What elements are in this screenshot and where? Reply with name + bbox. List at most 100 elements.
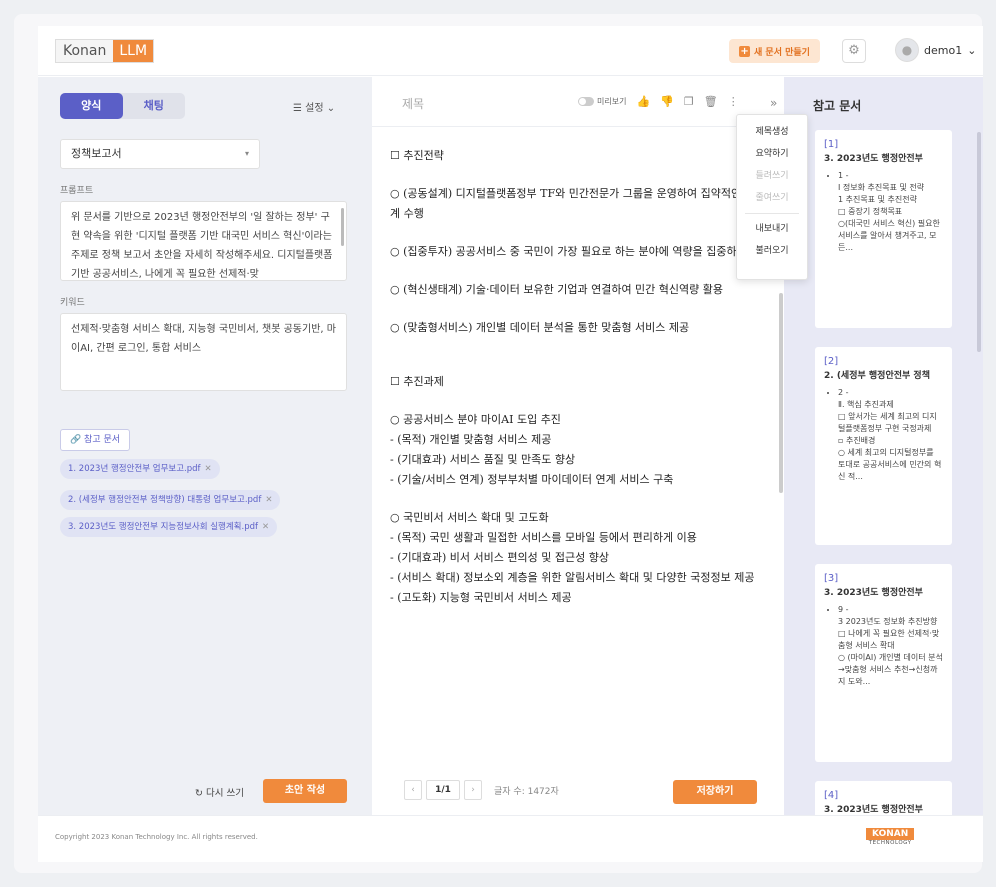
ref-snippet: 3 2023년도 정보화 추진방향 □ 나에게 꼭 필요한 선제적·맞춤형 서비… — [838, 617, 943, 686]
ref-bullet: 1 - — [838, 170, 943, 182]
editor-footer: ‹ 1/1 › 글자 수: 1472자 저장하기 — [372, 766, 784, 815]
page-indicator: 1/1 — [426, 780, 460, 800]
menu-export[interactable]: 내보내기 — [737, 218, 807, 240]
pagination: ‹ 1/1 › 글자 수: 1472자 — [404, 780, 559, 800]
thumbs-down-icon[interactable]: 👎 — [660, 95, 674, 108]
toggle-switch-icon — [578, 97, 594, 106]
ref-number: [1] — [824, 139, 839, 150]
tab-chat[interactable]: 채팅 — [123, 93, 186, 119]
ref-title: 3. 2023년도 행정안전부 — [824, 154, 923, 164]
mode-tabs: 양식 채팅 — [60, 93, 185, 119]
menu-import[interactable]: 불러오기 — [737, 240, 807, 262]
document-body[interactable]: ☐ 추진전략 ○ (공동설계) 디지털플랫폼정부 TF와 민간전문가 그룹을 운… — [390, 146, 782, 608]
ref-title: 3. 2023년도 행정안전부 — [824, 588, 923, 598]
doc-paragraph: ○ 국민비서 서비스 확대 및 고도화 — [390, 511, 549, 524]
keyword-text: 선제적·맞춤형 서비스 확대, 지능형 국민비서, 챗봇 공동기반, 마이AI,… — [71, 324, 336, 354]
sliders-icon: ☰ — [293, 103, 306, 114]
title-input[interactable]: 제목 — [402, 95, 424, 112]
doc-paragraph: ○ (공동설계) 디지털플랫폼정부 TF와 민간전문가 그룹을 운영하여 집약적… — [390, 187, 775, 220]
ref-snippet: Ⅱ. 핵심 추진과제 □ 앞서가는 세계 최고의 디지털플랫폼정부 구현 국정과… — [838, 400, 942, 481]
ref-file-name: 1. 2023년 행정안전부 업무보고.pdf — [68, 464, 201, 474]
remove-icon[interactable]: ✕ — [262, 522, 269, 532]
chevron-down-icon: ⌄ — [967, 43, 977, 57]
doc-paragraph: ○ (혁신생태계) 기술·데이터 보유한 기업과 연결하여 민간 혁신역량 활용 — [390, 283, 724, 296]
ref-number: [2] — [824, 356, 839, 367]
caret-down-icon: ▾ — [244, 149, 249, 158]
doc-paragraph: - (서비스 확대) 정보소외 계층을 위한 알림서비스 확대 및 다양한 국정… — [390, 571, 755, 584]
reference-docs-label: 참고 문서 — [84, 435, 121, 445]
preview-label: 미리보기 — [597, 97, 627, 106]
menu-generate-title[interactable]: 제목생성 — [737, 121, 807, 143]
ref-title: 2. (세정부 행정안전부 정책 — [824, 371, 930, 381]
tab-form[interactable]: 양식 — [60, 93, 123, 119]
doc-paragraph: - (목적) 개인별 맞춤형 서비스 제공 — [390, 433, 552, 446]
prompt-scrollbar[interactable] — [341, 208, 344, 246]
draft-button[interactable]: 초안 작성 — [263, 779, 347, 803]
copyright: Copyright 2023 Konan Technology Inc. All… — [55, 833, 258, 841]
more-vertical-icon[interactable]: ⋮ — [728, 95, 739, 108]
footer-logo: KONAN TECHNOLOGY — [866, 828, 915, 846]
next-page-icon[interactable]: › — [464, 780, 482, 800]
editor-toolbar: 미리보기 👍 👎 ❐ 🗑 ⋮ — [578, 95, 739, 108]
left-panel: 양식 채팅 ☰ 설정 ⌄ 정책보고서 ▾ 프롬프트 위 문서를 기반으로 202… — [38, 77, 372, 815]
prompt-text: 위 문서를 기반으로 2023년 행정안전부의 '일 잘하는 정부' 구현 약속… — [71, 212, 333, 280]
ref-bullet: 2 - — [838, 387, 943, 399]
save-button[interactable]: 저장하기 — [673, 780, 757, 804]
app-logo[interactable]: Konan LLM — [55, 39, 155, 63]
reference-card[interactable]: [3] 3. 2023년도 행정안전부 9 - 3 2023년도 정보화 추진방… — [815, 564, 952, 762]
trash-icon[interactable]: 🗑 — [704, 95, 718, 108]
keyword-label: 키워드 — [60, 298, 85, 308]
user-menu[interactable]: ● demo1 ⌄ — [895, 38, 976, 62]
reference-scrollbar[interactable] — [977, 132, 981, 352]
ref-file-chip: 2. (세정부 행정안전부 정책방향) 대통령 업무보고.pdf ✕ — [60, 490, 281, 510]
username: demo1 — [924, 43, 963, 57]
footer-logo-top: KONAN — [866, 828, 915, 840]
preview-toggle[interactable]: 미리보기 — [578, 96, 626, 107]
plus-icon: + — [739, 45, 751, 57]
top-header: Konan LLM + 새 문서 만들기 ⚙ ● demo1 ⌄ — [38, 26, 983, 76]
thumbs-up-icon[interactable]: 👍 — [636, 95, 650, 108]
prompt-textarea[interactable]: 위 문서를 기반으로 2023년 행정안전부의 '일 잘하는 정부' 구현 약속… — [60, 201, 347, 281]
paperclip-icon: 🔗 — [69, 435, 85, 445]
footer-logo-bottom: TECHNOLOGY — [868, 840, 912, 846]
ref-file-chip: 1. 2023년 행정안전부 업무보고.pdf ✕ — [60, 459, 220, 479]
avatar-icon: ● — [895, 38, 919, 62]
logo-text: Konan — [56, 40, 114, 62]
template-select[interactable]: 정책보고서 ▾ — [60, 139, 260, 169]
new-document-button[interactable]: + 새 문서 만들기 — [729, 39, 820, 63]
new-document-label: 새 문서 만들기 — [754, 47, 810, 58]
keyword-textarea[interactable]: 선제적·맞춤형 서비스 확대, 지능형 국민비서, 챗봇 공동기반, 마이AI,… — [60, 313, 347, 391]
doc-paragraph: - (기대효과) 서비스 품질 및 만족도 향상 — [390, 453, 576, 466]
template-value: 정책보고서 — [71, 147, 122, 160]
copy-icon[interactable]: ❐ — [684, 95, 694, 108]
reference-panel: 참고 문서 [1] 3. 2023년도 행정안전부 1 - Ⅰ 정보화 추진목표… — [784, 77, 983, 841]
doc-paragraph: - (기술/서비스 연계) 정부부처별 마이데이터 연계 서비스 구축 — [390, 473, 674, 486]
retry-button[interactable]: ↻ 다시 쓰기 — [195, 785, 244, 799]
expand-panel-icon[interactable]: » — [770, 96, 777, 110]
menu-shorten[interactable]: 줄여쓰기 — [737, 187, 807, 209]
ref-file-name: 3. 2023년도 행정안전부 지능정보사회 실행계획.pdf — [68, 522, 258, 532]
ref-number: [4] — [824, 790, 839, 801]
reference-card[interactable]: [2] 2. (세정부 행정안전부 정책 2 - Ⅱ. 핵심 추진과제 □ 앞서… — [815, 347, 952, 545]
doc-paragraph: - (기대효과) 비서 서비스 편의성 및 접근성 향상 — [390, 551, 609, 564]
remove-icon[interactable]: ✕ — [205, 464, 212, 474]
reference-docs-button[interactable]: 🔗 참고 문서 — [60, 429, 130, 451]
remove-icon[interactable]: ✕ — [265, 495, 272, 505]
page-footer: Copyright 2023 Konan Technology Inc. All… — [38, 815, 983, 862]
settings-gear-icon[interactable]: ⚙ — [842, 39, 866, 63]
settings-dropdown[interactable]: ☰ 설정 ⌄ — [293, 99, 335, 114]
editor-header: 제목 미리보기 👍 👎 ❐ 🗑 ⋮ — [372, 77, 784, 127]
menu-summarize[interactable]: 요약하기 — [737, 143, 807, 165]
prev-page-icon[interactable]: ‹ — [404, 780, 422, 800]
menu-divider — [745, 213, 799, 214]
doc-paragraph: - (목적) 국민 생활과 밀접한 서비스를 모바일 등에서 편리하게 이용 — [390, 531, 697, 544]
document-scrollbar[interactable] — [779, 293, 783, 493]
doc-heading: ☐ 추진과제 — [390, 375, 444, 388]
doc-paragraph: ○ (집중투자) 공공서비스 중 국민이 가장 필요로 하는 분야에 역량을 집… — [390, 245, 771, 258]
menu-expand[interactable]: 들려쓰기 — [737, 165, 807, 187]
settings-label: 설정 — [305, 103, 324, 114]
doc-heading: ☐ 추진전략 — [390, 149, 444, 162]
reference-card[interactable]: [1] 3. 2023년도 행정안전부 1 - Ⅰ 정보화 추진목표 및 전략 … — [815, 130, 952, 328]
ref-file-name: 2. (세정부 행정안전부 정책방향) 대통령 업무보고.pdf — [68, 495, 262, 505]
more-options-menu: 제목생성 요약하기 들려쓰기 줄여쓰기 내보내기 불러오기 — [736, 114, 808, 280]
